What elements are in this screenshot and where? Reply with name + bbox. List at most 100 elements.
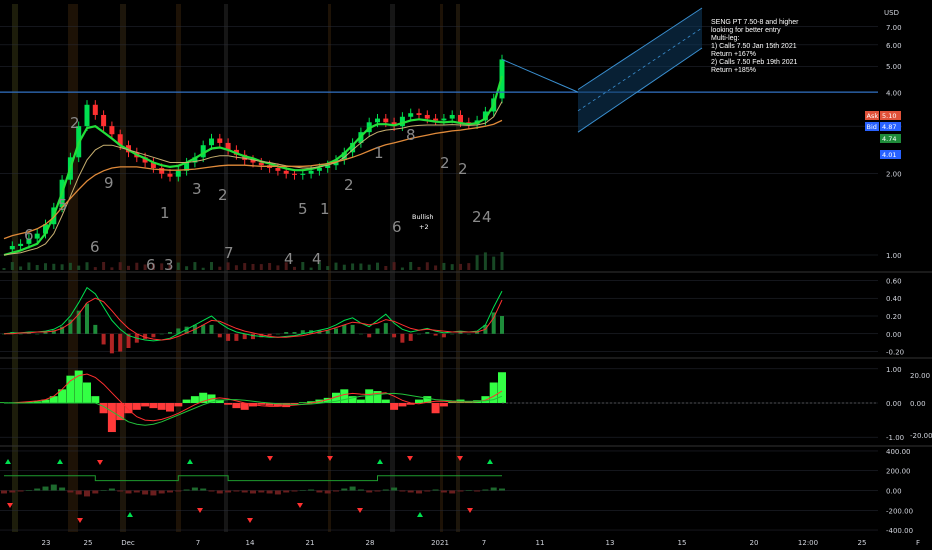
flow-bar xyxy=(208,490,215,492)
flow-bar xyxy=(299,490,306,491)
volume-bar xyxy=(19,266,23,270)
volume-bar xyxy=(400,267,404,270)
histogram-bar xyxy=(367,333,372,338)
flow-bar xyxy=(382,489,389,491)
volume-bar xyxy=(218,266,222,270)
momentum-bar xyxy=(166,403,174,412)
price-tick-label: 2.00 xyxy=(886,171,902,179)
flow-bar xyxy=(158,490,165,494)
candle-body xyxy=(167,173,173,177)
flow-bar xyxy=(357,489,364,491)
note-line: looking for better entry xyxy=(711,27,781,34)
note-line: Return +167% xyxy=(711,51,756,58)
histogram-bar xyxy=(101,333,106,345)
flow-bar xyxy=(440,490,447,493)
note-line: SENG PT 7.50-8 and higher xyxy=(711,19,799,26)
volume-bar xyxy=(442,262,446,270)
histogram-bar xyxy=(275,333,280,335)
oscillator-tick-label: -200.00 xyxy=(886,507,913,515)
volume-bar xyxy=(93,267,97,270)
volume-bar xyxy=(127,265,130,270)
volume-bar xyxy=(276,265,280,270)
stock-chart[interactable]: 256963613 27 4 45 121682 22 4 Bullish +2 SENG … xyxy=(0,0,932,550)
flow-bar xyxy=(200,488,207,491)
flow-bar xyxy=(333,490,339,492)
flow-bar xyxy=(349,486,356,491)
flow-bar xyxy=(125,490,132,494)
price-tag-value: 4.87 xyxy=(882,123,896,131)
volume-bar xyxy=(342,264,346,270)
flow-bar xyxy=(316,490,323,493)
histogram-bar xyxy=(234,333,239,341)
histogram-bar xyxy=(450,333,455,335)
candle-body xyxy=(209,138,214,146)
candle-body xyxy=(375,118,380,123)
bullish-sub: +2 xyxy=(419,223,429,231)
histogram-bar xyxy=(358,333,363,335)
volume-bar xyxy=(326,266,330,270)
momentum-bar xyxy=(232,403,241,409)
sequential-count: 4 xyxy=(312,250,322,268)
sequential-count: 3 xyxy=(192,180,202,198)
candle-body xyxy=(383,118,389,123)
histogram-bar xyxy=(118,333,123,352)
time-tick-label: 23 xyxy=(42,539,51,547)
oscillator-tick-label: 0.00 xyxy=(886,488,902,496)
histogram-bar xyxy=(433,333,438,336)
flow-bar xyxy=(432,489,439,491)
price-tick-label: 5.00 xyxy=(886,63,902,71)
note-line: Multi-leg: xyxy=(711,35,739,42)
note-line: Return +185% xyxy=(711,67,756,74)
flow-bar xyxy=(241,490,248,493)
oscillator-tick-label: 0.20 xyxy=(886,313,902,321)
time-tick-label: 11 xyxy=(536,539,545,547)
momentum-bar xyxy=(257,403,266,405)
flow-bar xyxy=(100,490,107,491)
flow-bar xyxy=(266,490,273,494)
histogram-bar xyxy=(284,332,289,334)
volume-bar xyxy=(259,264,263,270)
sequential-count: 2 xyxy=(70,114,80,132)
momentum-bar xyxy=(91,396,100,403)
flow-bar xyxy=(457,490,464,492)
sequential-count: 5 xyxy=(58,196,68,214)
time-tick-label: 28 xyxy=(366,539,375,547)
volume-bar xyxy=(135,262,139,270)
oscillator-tick-label: -0.20 xyxy=(886,349,904,357)
flow-bar xyxy=(449,490,456,494)
flow-bar xyxy=(308,489,315,491)
flow-bar xyxy=(291,490,298,492)
momentum-bar xyxy=(340,389,349,403)
histogram-bar xyxy=(93,324,98,334)
momentum-bar xyxy=(107,403,116,433)
time-tick-label: 25 xyxy=(84,539,93,547)
momentum-bar xyxy=(66,375,75,403)
volume-bar xyxy=(2,268,6,270)
volume-bar xyxy=(475,255,479,270)
oscillator-tick-label: 1.00 xyxy=(886,366,902,374)
oscillator-right-tick-label: 0.00 xyxy=(910,400,926,408)
time-tick-label: 13 xyxy=(606,539,615,547)
volume-bar xyxy=(243,263,247,270)
histogram-bar xyxy=(466,333,471,335)
price-tick-label: 7.00 xyxy=(886,24,902,32)
sequential-count: 8 xyxy=(406,126,416,144)
histogram-bar xyxy=(392,333,397,338)
histogram-bar xyxy=(417,333,421,335)
flow-bar xyxy=(67,490,74,493)
flow-bar xyxy=(117,490,124,492)
sequential-count: 6 xyxy=(146,256,156,274)
currency-label: USD xyxy=(884,9,899,17)
volume-bar xyxy=(44,263,47,270)
sequential-count: 1 xyxy=(374,144,384,162)
flow-bar xyxy=(25,490,32,491)
momentum-bar xyxy=(498,372,506,403)
time-tick-label: 25 xyxy=(858,539,867,547)
sequential-count: 3 xyxy=(164,256,174,274)
histogram-bar xyxy=(35,333,40,335)
candle-body xyxy=(175,170,181,177)
sequential-count: 2 xyxy=(344,176,354,194)
flow-bar xyxy=(9,490,16,493)
momentum-bar xyxy=(398,403,407,407)
flow-bar xyxy=(84,490,90,497)
